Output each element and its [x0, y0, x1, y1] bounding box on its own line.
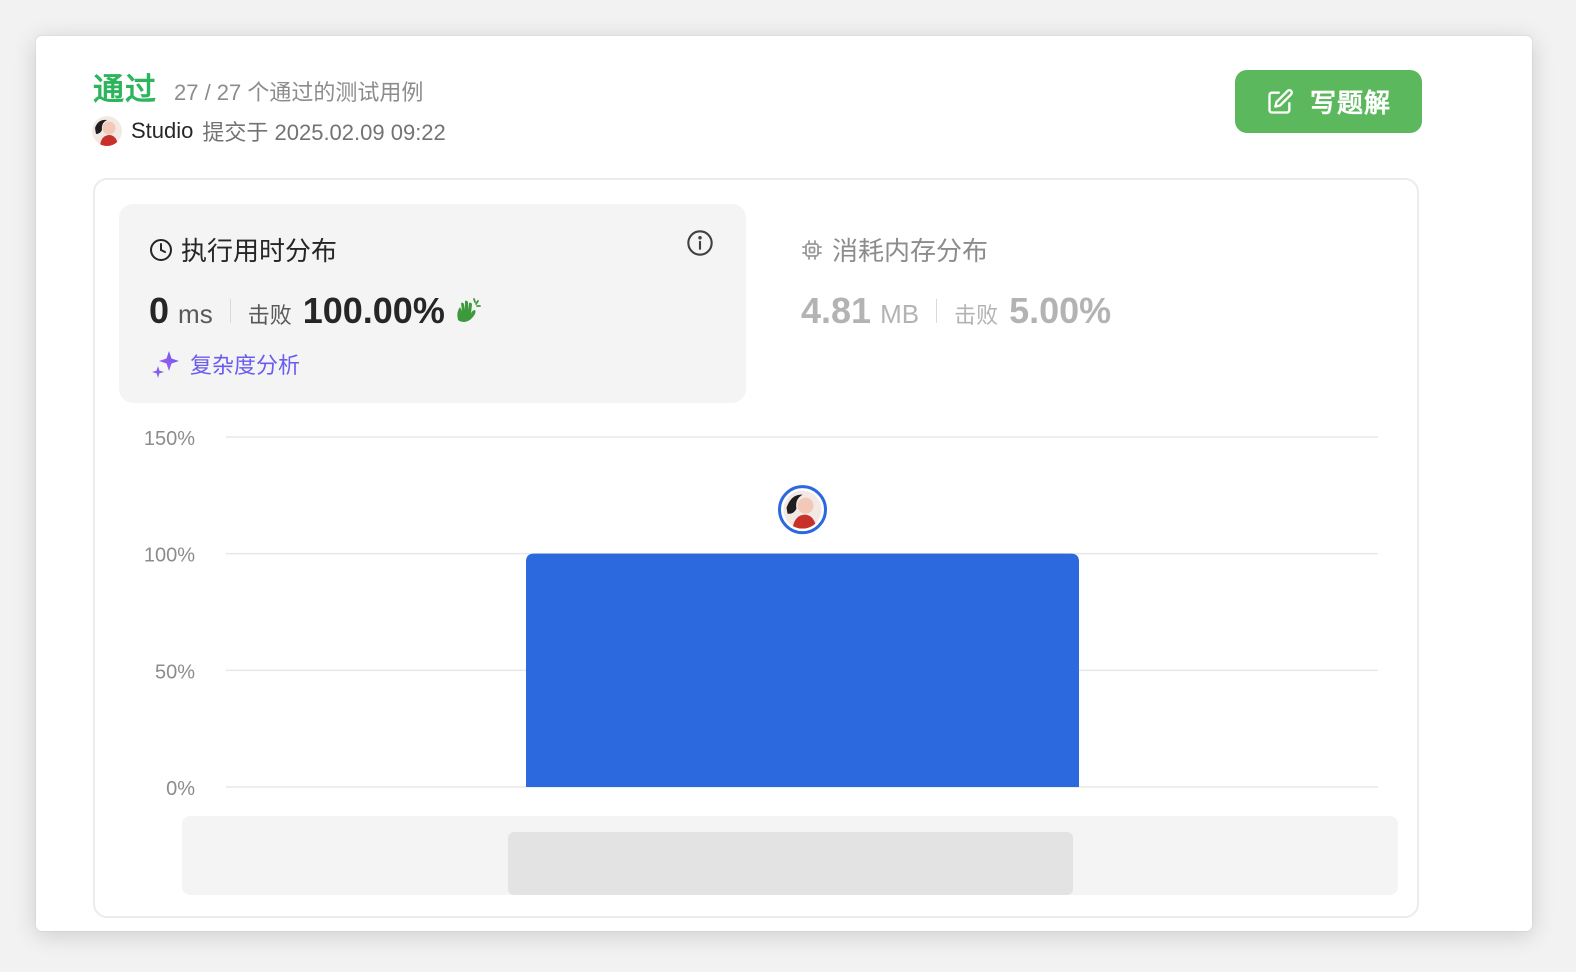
y-tick-label: 100% — [144, 545, 195, 567]
test-cases-summary: 27 / 27 个通过的测试用例 — [174, 80, 424, 105]
y-tick-label: 50% — [155, 661, 195, 683]
status-row: 通过 27 / 27 个通过的测试用例 — [93, 64, 423, 109]
user-position-marker[interactable] — [778, 485, 827, 535]
submission-window: 通过 27 / 27 个通过的测试用例 Studio 提交于 2025.02.0… — [36, 36, 1532, 931]
chart-range-thumb[interactable] — [508, 832, 1073, 895]
runtime-bar[interactable] — [526, 553, 1079, 787]
y-tick-label: 0% — [166, 778, 195, 800]
edit-icon — [1268, 88, 1293, 114]
distribution-card: 执行用时分布 0 ms 击败 100.00% 复杂度分析 消耗内存分布 4.81… — [93, 178, 1419, 918]
user-avatar[interactable] — [92, 116, 122, 146]
write-solution-button[interactable]: 写题解 — [1235, 70, 1422, 133]
y-tick-label: 150% — [144, 428, 195, 450]
username[interactable]: Studio — [131, 118, 193, 144]
submitted-time: 提交于 2025.02.09 09:22 — [202, 120, 446, 145]
write-solution-label: 写题解 — [1309, 88, 1391, 118]
accepted-status: 通过 — [93, 72, 157, 107]
runtime-distribution-chart: 0% 50% 100% 150% — [144, 428, 1398, 895]
submission-info: Studio 提交于 2025.02.09 09:22 — [92, 116, 446, 146]
